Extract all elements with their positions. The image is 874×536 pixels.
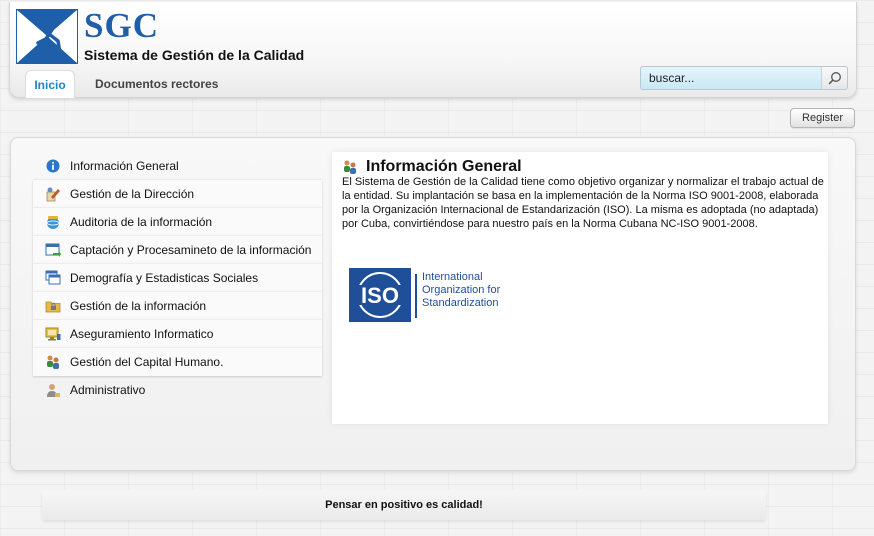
sidebar-item-capital-humano[interactable]: Gestión del Capital Humano. [33, 348, 322, 376]
content-title-text: Información General [366, 158, 522, 175]
sidebar-menu: Información General Gestión de la Direcc… [33, 152, 322, 404]
users-icon [45, 354, 61, 370]
content-body: El Sistema de Gestión de la Calidad tien… [342, 176, 824, 230]
globe-icon [45, 214, 61, 230]
edit-pen-icon [45, 186, 61, 202]
brand-short: SGC [84, 6, 159, 45]
sidebar-item-label: Gestión del Capital Humano. [70, 354, 224, 369]
windows-icon [45, 270, 61, 286]
sidebar-item-label: Gestión de la Dirección [70, 186, 195, 201]
search-input[interactable] [641, 67, 821, 89]
footer-slogan: Pensar en positivo es calidad! [42, 490, 766, 520]
sidebar-item-gestion-direccion[interactable]: Gestión de la Dirección [33, 180, 322, 208]
tab-inicio[interactable]: Inicio [25, 70, 75, 98]
iso-logo-mark-icon: ISO [349, 268, 411, 322]
users-icon [342, 159, 358, 175]
monitor-icon [45, 326, 61, 342]
iso-text: International Organization for Standardi… [422, 271, 500, 310]
search-icon [828, 72, 841, 85]
site-header: SGC Sistema de Gestión de la Calidad Ini… [9, 2, 857, 98]
tab-documentos-rectores[interactable]: Documentos rectores [95, 77, 218, 91]
iso-line-2: Organization for [422, 284, 501, 296]
info-icon [45, 158, 61, 174]
sidebar-item-administrativo[interactable]: Administrativo [33, 376, 322, 404]
content-title: Información General [342, 158, 522, 176]
search-button[interactable] [821, 67, 847, 89]
iso-line-3: Standardization [422, 297, 499, 309]
sidebar-item-label: Aseguramiento Informatico [70, 326, 214, 341]
brand-subtitle: Sistema de Gestión de la Calidad [84, 47, 305, 63]
register-button[interactable]: Register [790, 108, 855, 128]
sidebar-item-aseguramiento[interactable]: Aseguramiento Informatico [33, 320, 322, 348]
iso-divider [415, 274, 417, 318]
main-panel: Información General Gestión de la Direcc… [10, 137, 856, 471]
sidebar-item-label: Gestión de la información [70, 298, 207, 313]
sidebar-item-label: Demografía y Estadisticas Sociales [70, 270, 259, 285]
window-arrow-icon [45, 242, 61, 258]
sidebar-item-label: Captación y Procesamineto de la informac… [70, 242, 312, 257]
iso-line-1: International [422, 271, 483, 283]
sidebar-item-gestion-informacion[interactable]: Gestión de la información [33, 292, 322, 320]
sidebar-item-informacion-general[interactable]: Información General [33, 152, 322, 180]
iso-logo: ISO International Organization for Stand… [349, 268, 519, 324]
content-panel: Información General El Sistema de Gestió… [332, 152, 828, 424]
sidebar-item-auditoria[interactable]: Auditoria de la información [33, 208, 322, 236]
folder-lock-icon [45, 298, 61, 314]
sidebar-item-label: Auditoria de la información [70, 214, 213, 229]
user-icon [45, 382, 61, 398]
sidebar-item-demografia[interactable]: Demografía y Estadisticas Sociales [33, 264, 322, 292]
sidebar-item-label: Administrativo [70, 382, 146, 397]
sidebar-item-captacion[interactable]: Captación y Procesamineto de la informac… [33, 236, 322, 264]
iso-mark-text: ISO [361, 283, 399, 308]
sidebar-item-label: Información General [70, 158, 179, 173]
search-box [640, 66, 848, 90]
sgc-logo-icon [16, 9, 78, 64]
